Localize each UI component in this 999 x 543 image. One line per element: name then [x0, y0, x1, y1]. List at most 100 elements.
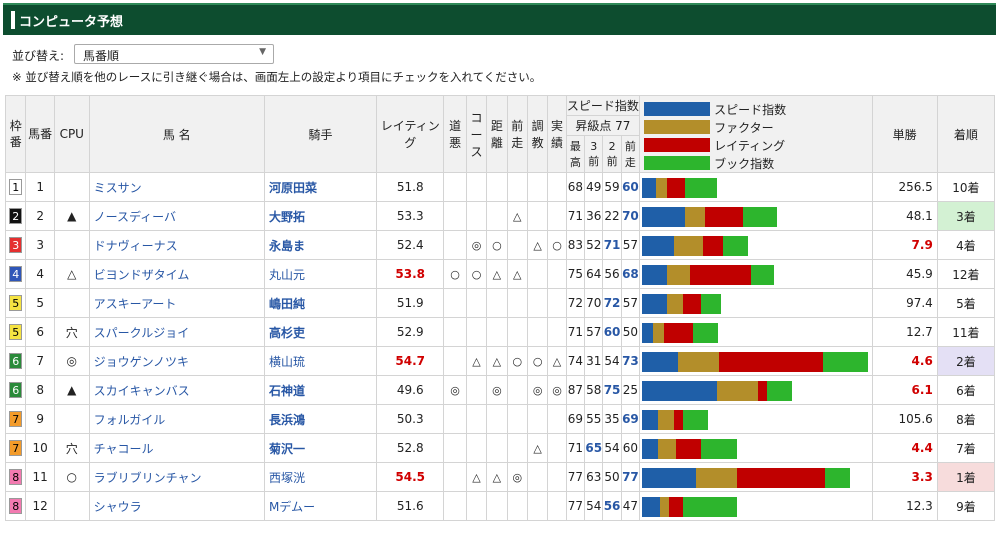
speed-1-prev: 60: [620, 172, 641, 202]
cpu-mark: [53, 491, 90, 521]
legend-label: ファクター: [714, 121, 774, 135]
finish-value: 10着: [936, 172, 996, 202]
cpu-mark: [53, 172, 90, 202]
col-record: 実績: [547, 95, 567, 173]
odds-value: 3.3: [871, 462, 938, 492]
jockey-link[interactable]: 大野拓: [263, 201, 378, 231]
horse-name-link[interactable]: ノースディーバ: [88, 201, 265, 231]
bar-factor: [685, 207, 706, 227]
jockey-link[interactable]: 石神道: [263, 375, 378, 405]
cpu-mark: △: [53, 259, 90, 289]
jockey-link[interactable]: 菊沢一: [263, 433, 378, 463]
jockey-link[interactable]: 高杉吏: [263, 317, 378, 347]
speed-3-prev: 57: [584, 317, 604, 347]
rating-value: 50.3: [376, 404, 445, 434]
factor-mark: [506, 433, 528, 463]
speed-2-prev: 35: [602, 404, 622, 434]
factor-mark: [547, 201, 567, 231]
factor-mark: [547, 172, 567, 202]
finish-value: 11着: [936, 317, 996, 347]
jockey-link[interactable]: 永島ま: [263, 230, 378, 260]
speed-max: 71: [565, 317, 586, 347]
horse-name-link[interactable]: チャコール: [88, 433, 265, 463]
rating-value: 51.8: [376, 172, 445, 202]
bar-rating: [703, 236, 724, 256]
cpu-mark: ▲: [53, 201, 90, 231]
col-speed-index[interactable]: スピード指数: [565, 94, 641, 117]
speed-max: 71: [565, 201, 586, 231]
speed-3-prev: 65: [584, 433, 604, 463]
factor-mark: [526, 201, 549, 231]
bar-book: [683, 410, 709, 430]
odds-value: 7.9: [871, 230, 938, 260]
col-road: 道悪: [443, 95, 467, 173]
factor-mark: [486, 317, 508, 347]
horse-name-link[interactable]: アスキーアート: [88, 288, 265, 318]
speed-2-prev: 75: [602, 375, 622, 405]
horse-name-link[interactable]: スパークルジョイ: [88, 317, 265, 347]
col-odds[interactable]: 単勝: [871, 95, 938, 173]
waku-badge: 4: [9, 266, 23, 282]
col-rating[interactable]: レイティング: [376, 95, 445, 173]
header-accent-bar: [11, 11, 15, 29]
horse-name-link[interactable]: スカイキャンバス: [88, 375, 265, 405]
factor-mark: [443, 201, 467, 231]
bar-speed: [642, 410, 659, 430]
factor-mark: ◎: [547, 375, 567, 405]
horse-name-link[interactable]: ラブリブリンチャン: [88, 462, 265, 492]
bar-speed: [642, 265, 668, 285]
legend-item: スピード指数: [640, 100, 871, 118]
col-prev-race: 前走: [506, 95, 528, 173]
factor-mark: △: [526, 433, 549, 463]
col-horse-name[interactable]: 馬 名: [88, 95, 265, 173]
waku-cell: 2: [4, 201, 27, 231]
factor-mark: [465, 172, 488, 202]
jockey-link[interactable]: 嶋田純: [263, 288, 378, 318]
factor-mark: [506, 491, 528, 521]
speed-max: 69: [565, 404, 586, 434]
factor-mark: [506, 288, 528, 318]
horse-name-link[interactable]: シャウラ: [88, 491, 265, 521]
factor-mark: [526, 491, 549, 521]
bar-book: [751, 265, 775, 285]
factor-mark: [547, 288, 567, 318]
factor-mark: ◎: [465, 230, 488, 260]
speed-3-prev: 55: [584, 404, 604, 434]
jockey-link[interactable]: 横山琉: [263, 346, 378, 376]
table-row: 5 6 穴スパークルジョイ 高杉吏 52.9 71 57 60 50 12.7 11着: [4, 317, 996, 347]
horse-name-link[interactable]: ビヨンドザタイム: [88, 259, 265, 289]
horse-name-link[interactable]: ドナヴィーナス: [88, 230, 265, 260]
speed-max: 68: [565, 172, 586, 202]
speed-3-prev: 31: [584, 346, 604, 376]
table-row: 4 4 △ ビヨンドザタイム 丸山元 53.8 ○ ○ △ △ 75 64 56 68 45.9 12着: [4, 259, 996, 289]
jockey-link[interactable]: Mデムー: [263, 491, 378, 521]
jockey-link[interactable]: 西塚洸: [263, 462, 378, 492]
col-jockey[interactable]: 騎手: [263, 95, 378, 173]
jockey-link[interactable]: 丸山元: [263, 259, 378, 289]
table-row: 8 11 ○ ラブリブリンチャン 西塚洸 54.5 △ △ ◎ 77 63 50 77 3.3 1着: [4, 462, 996, 492]
horse-name-link[interactable]: ミスサン: [88, 172, 265, 202]
cpu-mark: [53, 404, 90, 434]
col-finish[interactable]: 着順: [936, 95, 996, 173]
speed-1-prev: 60: [620, 433, 641, 463]
bar-speed: [642, 323, 654, 343]
legend-label: レイティング: [714, 139, 786, 153]
index-bar-cell: [639, 462, 873, 492]
bar-rating: [683, 294, 702, 314]
col-3-prev: 3前: [584, 135, 604, 173]
speed-2-prev: 59: [602, 172, 622, 202]
jockey-link[interactable]: 河原田菜: [263, 172, 378, 202]
factor-mark: [547, 404, 567, 434]
jockey-link[interactable]: 長浜鴻: [263, 404, 378, 434]
horse-number: 3: [25, 230, 55, 260]
bar-factor: [660, 497, 670, 517]
speed-3-prev: 70: [584, 288, 604, 318]
factor-mark: [443, 462, 467, 492]
horse-name-link[interactable]: フォルガイル: [88, 404, 265, 434]
bar-book: [767, 381, 793, 401]
legend-item: ファクター: [640, 118, 871, 136]
horse-name-link[interactable]: ジョウゲンノツキ: [88, 346, 265, 376]
waku-badge: 1: [9, 179, 23, 195]
sort-select[interactable]: 馬番順 ▼: [74, 44, 274, 64]
speed-2-prev: 71: [602, 230, 622, 260]
